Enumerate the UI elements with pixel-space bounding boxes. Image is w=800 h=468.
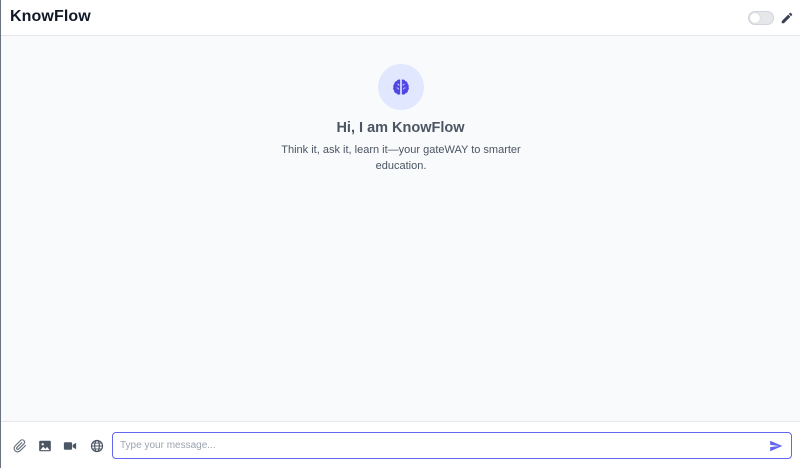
attach-file-button[interactable] (13, 439, 27, 453)
send-button[interactable] (769, 439, 783, 453)
web-search-button[interactable] (90, 439, 104, 453)
composer-bar (1, 421, 800, 468)
send-icon (770, 440, 783, 452)
image-icon (39, 440, 51, 452)
assistant-avatar (378, 64, 424, 110)
new-chat-button[interactable] (780, 11, 794, 25)
message-input[interactable] (112, 432, 792, 459)
globe-icon (90, 439, 104, 453)
mode-toggle[interactable] (748, 11, 774, 25)
pencil-icon (781, 12, 793, 24)
header: KnowFlow (1, 0, 800, 36)
upload-video-button[interactable] (63, 439, 77, 453)
upload-image-button[interactable] (38, 439, 52, 453)
welcome-subtitle: Think it, ask it, learn it—your gateWAY … (281, 144, 521, 172)
video-icon (63, 442, 77, 450)
brain-icon (393, 79, 409, 95)
chat-app: KnowFlow Hi, I am KnowFlow Think it, ask… (0, 0, 800, 468)
welcome-title: Hi, I am KnowFlow (336, 120, 465, 136)
chat-area: Hi, I am KnowFlow Think it, ask it, lear… (1, 36, 800, 421)
toggle-knob (750, 13, 760, 23)
app-title: KnowFlow (10, 8, 91, 25)
paperclip-icon (13, 439, 27, 453)
